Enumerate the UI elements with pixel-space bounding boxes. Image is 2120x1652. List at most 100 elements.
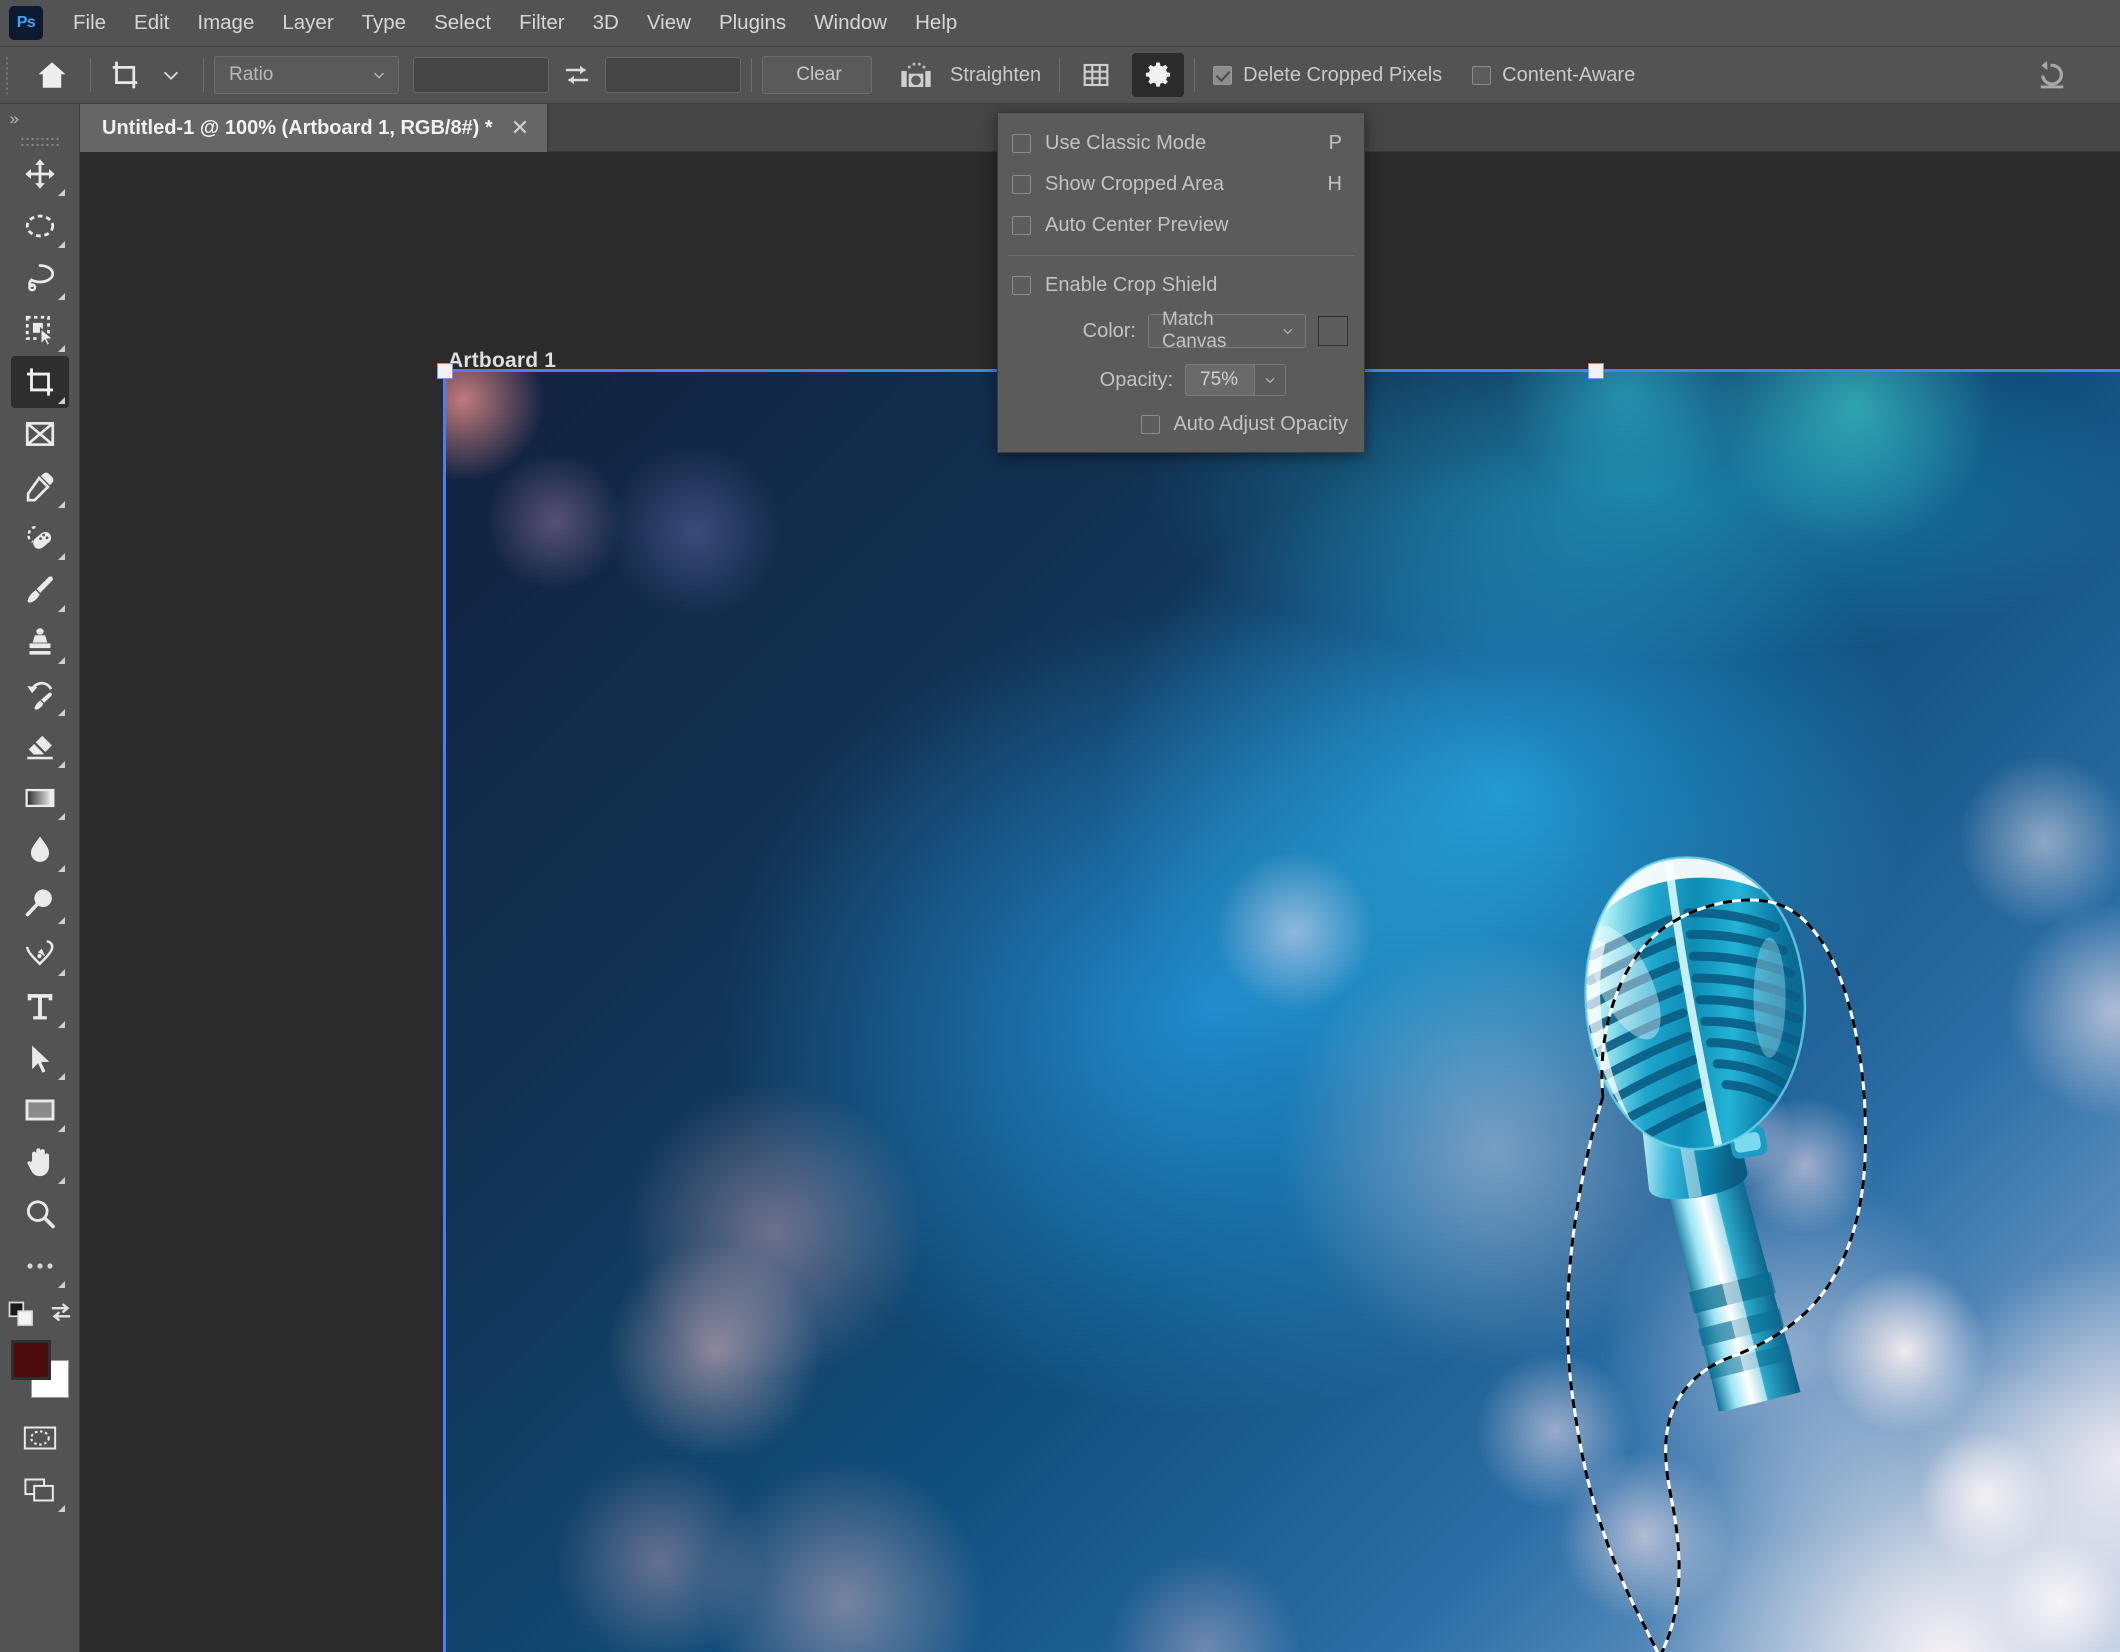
- delete-cropped-pixels-checkbox[interactable]: Delete Cropped Pixels: [1213, 64, 1442, 87]
- flyout-triangle-icon: [57, 917, 65, 924]
- crop-preset-chevron-button[interactable]: [149, 53, 193, 97]
- flyout-triangle-icon: [57, 1177, 65, 1184]
- menu-item-help[interactable]: Help: [901, 0, 971, 47]
- crop-settings-button[interactable]: [1132, 53, 1185, 97]
- tool-quick-mask[interactable]: [11, 1412, 69, 1464]
- tool-object-selection[interactable]: [11, 304, 69, 356]
- arrow-cursor-icon: [30, 1042, 52, 1075]
- menu-item-filter[interactable]: Filter: [505, 0, 579, 47]
- photoshop-logo: Ps: [9, 6, 43, 40]
- flyout-triangle-icon: [57, 397, 65, 404]
- crop-icon: [26, 368, 53, 396]
- popup-option-auto-adjust-opacity[interactable]: Auto Adjust Opacity: [998, 404, 1364, 440]
- popup-option-enable-crop-shield[interactable]: Enable Crop Shield: [998, 265, 1364, 306]
- tool-history-brush[interactable]: [11, 668, 69, 720]
- gear-icon: [1146, 62, 1171, 87]
- tool-dodge[interactable]: [11, 876, 69, 928]
- reset-tool-button[interactable]: [2024, 53, 2080, 97]
- menu-item-plugins[interactable]: Plugins: [705, 0, 800, 47]
- menu-item-view[interactable]: View: [633, 0, 705, 47]
- tools-panel-grip[interactable]: [19, 136, 60, 148]
- menu-item-layer[interactable]: Layer: [268, 0, 347, 47]
- crop-tool-preset-button[interactable]: [101, 53, 149, 97]
- tool-healing-brush[interactable]: [11, 512, 69, 564]
- options-bar-grip[interactable]: [0, 47, 14, 104]
- overlay-options-button[interactable]: [1070, 53, 1122, 97]
- artboard-label[interactable]: Artboard 1: [448, 349, 556, 373]
- tool-pen[interactable]: [11, 928, 69, 980]
- menu-item-image[interactable]: Image: [183, 0, 268, 47]
- tool-clone-stamp[interactable]: [11, 616, 69, 668]
- tool-path-selection[interactable]: [11, 1032, 69, 1084]
- document-tab[interactable]: Untitled-1 @ 100% (Artboard 1, RGB/8#) *…: [80, 104, 549, 152]
- menu-item-3d[interactable]: 3D: [579, 0, 633, 47]
- tool-eraser[interactable]: [11, 720, 69, 772]
- crop-shield-color-select[interactable]: Match Canvas: [1148, 309, 1306, 352]
- checkbox-box: [1213, 65, 1233, 85]
- tool-screen-mode[interactable]: [11, 1464, 69, 1516]
- color-controls-row: [7, 1298, 71, 1334]
- aspect-ratio-select[interactable]: Ratio: [214, 56, 399, 94]
- crop-tool-icon: [112, 61, 138, 89]
- tool-edit-toolbar[interactable]: [11, 1240, 69, 1292]
- flyout-triangle-icon: [57, 501, 65, 508]
- separator: [1194, 58, 1196, 92]
- menu-item-type[interactable]: Type: [348, 0, 420, 47]
- tool-elliptical-marquee[interactable]: [11, 200, 69, 252]
- crop-width-input[interactable]: [413, 57, 549, 93]
- swap-colors-icon[interactable]: [47, 1300, 75, 1328]
- document-tab-title: Untitled-1 @ 100% (Artboard 1, RGB/8#) *: [102, 116, 493, 139]
- foreground-color-swatch[interactable]: [10, 1340, 51, 1380]
- close-icon[interactable]: ✕: [511, 117, 529, 139]
- reset-arrow-icon: [2040, 60, 2064, 89]
- opacity-dropdown-button[interactable]: [1254, 365, 1285, 395]
- flyout-triangle-icon: [57, 865, 65, 872]
- popup-color-row: Color: Match Canvas: [998, 306, 1364, 356]
- swap-width-height-button[interactable]: [555, 53, 599, 97]
- artboard-image[interactable]: [445, 371, 2120, 1652]
- content-aware-checkbox[interactable]: Content-Aware: [1472, 64, 1635, 87]
- chevron-down-icon: [1265, 377, 1275, 384]
- tool-blur[interactable]: [11, 824, 69, 876]
- tool-eyedropper[interactable]: [11, 460, 69, 512]
- eraser-icon: [26, 734, 54, 760]
- clear-button[interactable]: Clear: [762, 56, 872, 94]
- chevron-down-icon: [1283, 328, 1293, 335]
- flyout-triangle-icon: [57, 1073, 65, 1080]
- opacity-label: Opacity:: [1099, 368, 1173, 391]
- tool-crop[interactable]: [10, 356, 69, 408]
- microphone-object[interactable]: [1543, 851, 1843, 1411]
- home-button[interactable]: [24, 53, 80, 97]
- checkbox-box: [1012, 216, 1031, 235]
- healing-brush-icon: [26, 525, 51, 549]
- tools-panel-expand-button[interactable]: »: [0, 104, 80, 134]
- separator: [90, 58, 91, 92]
- tool-hand[interactable]: [11, 1136, 69, 1188]
- tool-rectangle[interactable]: [11, 1084, 69, 1136]
- crop-shield-color-swatch[interactable]: [1318, 316, 1348, 346]
- menu-item-edit[interactable]: Edit: [120, 0, 183, 47]
- crop-shield-opacity-value[interactable]: 75%: [1186, 365, 1254, 395]
- tool-lasso[interactable]: [11, 252, 69, 304]
- straighten-button[interactable]: [888, 53, 944, 97]
- crop-height-input[interactable]: [605, 57, 741, 93]
- tool-type[interactable]: [11, 980, 69, 1032]
- tool-frame[interactable]: [11, 408, 69, 460]
- popup-option-show-cropped-area[interactable]: Show Cropped Area H: [998, 164, 1364, 205]
- tool-gradient[interactable]: [11, 772, 69, 824]
- crop-shield-opacity-control[interactable]: 75%: [1185, 364, 1286, 396]
- tool-brush[interactable]: [11, 564, 69, 616]
- crop-settings-popup: Use Classic Mode P Show Cropped Area H A…: [997, 112, 1365, 453]
- flyout-triangle-icon: [57, 345, 65, 352]
- menu-item-window[interactable]: Window: [800, 0, 901, 47]
- tool-zoom[interactable]: [11, 1188, 69, 1240]
- menu-item-select[interactable]: Select: [420, 0, 505, 47]
- popup-option-auto-center-preview[interactable]: Auto Center Preview: [998, 205, 1364, 246]
- menu-bar: Ps File Edit Image Layer Type Select Fil…: [0, 0, 2120, 47]
- tool-move[interactable]: [11, 148, 69, 200]
- default-colors-icon[interactable]: [7, 1300, 37, 1330]
- straighten-label[interactable]: Straighten: [950, 64, 1041, 87]
- blur-droplet-icon: [30, 836, 49, 862]
- menu-item-file[interactable]: File: [59, 0, 120, 47]
- popup-option-use-classic-mode[interactable]: Use Classic Mode P: [998, 123, 1364, 164]
